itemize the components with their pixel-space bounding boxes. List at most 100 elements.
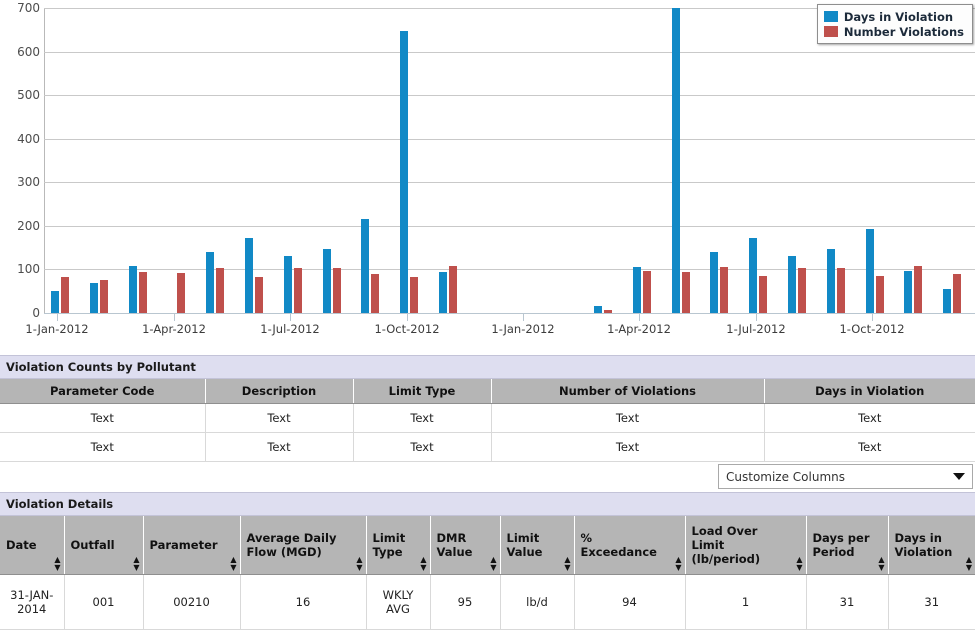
bar-days-in-violation[interactable] [749,238,758,313]
counts-col-number-of-violations[interactable]: Number of Violations [491,379,765,404]
bar-days-in-violation[interactable] [128,266,137,313]
table-cell: Text [764,403,975,433]
bar-number-violations[interactable] [798,267,807,313]
sort-updown-icon[interactable]: ▲ ▼ [675,555,681,572]
x-axis-tick-label: 1-Jan-2012 [491,322,555,336]
legend-label-days-in-violation: Days in Violation [843,9,954,24]
bar-days-in-violation[interactable] [361,219,370,313]
bar-days-in-violation[interactable] [438,271,447,313]
x-axis-tick [639,313,640,321]
details-col-load-over-limit-lb-period[interactable]: Load Over Limit (lb/period) ▲ ▼ [685,516,807,575]
bar-days-in-violation[interactable] [594,306,603,313]
details-col-days-per-period[interactable]: Days per Period ▲ ▼ [806,516,889,575]
x-axis-tick [523,313,524,321]
bar-days-in-violation[interactable] [788,255,797,313]
bar-days-in-violation[interactable] [710,251,719,313]
bar-days-in-violation[interactable] [865,228,874,313]
bar-number-violations[interactable] [681,271,690,313]
violation-details-section: Violation Details Date ▲ ▼ Outfall ▲ ▼ Paramet… [0,492,975,630]
bar-number-violations[interactable] [410,276,419,313]
sort-updown-icon[interactable]: ▲ ▼ [796,555,802,572]
bar-number-violations[interactable] [371,273,380,313]
bar-days-in-violation[interactable] [322,248,331,313]
legend-item-number-violations[interactable]: Number Violations [823,24,964,39]
table-cell: Text [764,432,975,462]
sort-updown-icon[interactable]: ▲ ▼ [420,555,426,572]
table-cell: 00210 [143,574,241,630]
x-axis-tick [872,313,873,321]
customize-columns-dropdown[interactable]: Customize Columns [718,464,973,489]
bar-days-in-violation[interactable] [206,251,215,313]
sort-updown-icon[interactable]: ▲ ▼ [356,555,362,572]
details-col-limit-value[interactable]: Limit Value ▲ ▼ [500,516,575,575]
bar-number-violations[interactable] [138,271,147,313]
bar-days-in-violation[interactable] [904,271,913,313]
x-axis-tick-label: 1-Jan-2012 [25,322,89,336]
bar-number-violations[interactable] [99,280,108,313]
sort-updown-icon[interactable]: ▲ ▼ [133,555,139,572]
details-col-days-in-violation[interactable]: Days in Violation ▲ ▼ [888,516,975,575]
violation-counts-title: Violation Counts by Pollutant [0,355,975,379]
bar-number-violations[interactable] [953,274,962,313]
bar-number-violations[interactable] [448,266,457,313]
table-header-row: Parameter Code Description Limit Type Nu… [0,379,975,404]
bar-number-violations[interactable] [293,268,302,313]
details-col-parameter[interactable]: Parameter ▲ ▼ [143,516,241,575]
details-col-limit-type[interactable]: Limit Type ▲ ▼ [366,516,431,575]
table-cell: Text [353,403,492,433]
bar-number-violations[interactable] [914,266,923,313]
bar-days-in-violation[interactable] [826,249,835,313]
table-cell: lb/d [500,574,575,630]
table-cell: Text [491,432,765,462]
bar-number-violations[interactable] [836,267,845,313]
chevron-down-icon [953,473,965,480]
bar-number-violations[interactable] [216,268,225,313]
bar-number-violations[interactable] [254,276,263,313]
table-cell: 16 [240,574,367,630]
bar-days-in-violation[interactable] [632,266,641,313]
bar-days-in-violation[interactable] [89,282,98,313]
details-col-outfall[interactable]: Outfall ▲ ▼ [64,516,144,575]
gridline [44,52,975,53]
sort-updown-icon[interactable]: ▲ ▼ [490,555,496,572]
customize-columns-row: Customize Columns [0,462,975,492]
counts-col-days-in-violation[interactable]: Days in Violation [764,379,975,404]
column-header-label: Days in Violation [894,530,953,559]
column-header-label: Average Daily Flow (MGD) [246,530,337,559]
sort-updown-icon[interactable]: ▲ ▼ [54,555,60,572]
y-axis-tick-label: 500 [17,88,40,103]
sort-updown-icon[interactable]: ▲ ▼ [564,555,570,572]
details-col-date[interactable]: Date ▲ ▼ [0,516,65,575]
bar-number-violations[interactable] [332,268,341,313]
bar-days-in-violation[interactable] [943,288,952,313]
sort-updown-icon[interactable]: ▲ ▼ [966,555,972,572]
y-axis-tick-label: 400 [17,131,40,146]
bar-number-violations[interactable] [177,272,186,313]
table-cell: 31-JAN-2014 [0,574,65,630]
counts-col-limit-type[interactable]: Limit Type [353,379,492,404]
bar-days-in-violation[interactable] [671,8,680,313]
counts-col-parameter-code[interactable]: Parameter Code [0,379,206,404]
bar-number-violations[interactable] [759,276,768,313]
bar-number-violations[interactable] [720,267,729,313]
bar-number-violations[interactable] [642,271,651,313]
details-col-average-daily-flow-mgd[interactable]: Average Daily Flow (MGD) ▲ ▼ [240,516,367,575]
bar-number-violations[interactable] [875,275,884,313]
sort-updown-icon[interactable]: ▲ ▼ [878,555,884,572]
legend-swatch-red-icon [823,26,838,37]
details-col-dmr-value[interactable]: DMR Value ▲ ▼ [430,516,501,575]
table-cell: Text [205,403,354,433]
counts-col-description[interactable]: Description [205,379,354,404]
legend-item-days-in-violation[interactable]: Days in Violation [823,9,964,24]
x-axis-tick [174,313,175,321]
x-axis-line [44,313,975,314]
bar-days-in-violation[interactable] [244,237,253,313]
details-col-exceedance[interactable]: % Exceedance ▲ ▼ [574,516,686,575]
customize-columns-label: Customize Columns [726,469,846,484]
bar-days-in-violation[interactable] [400,30,409,313]
bar-days-in-violation[interactable] [51,291,59,313]
column-header-label: % Exceedance [580,530,658,559]
bar-number-violations[interactable] [61,277,69,313]
bar-days-in-violation[interactable] [283,255,292,313]
sort-updown-icon[interactable]: ▲ ▼ [230,555,236,572]
